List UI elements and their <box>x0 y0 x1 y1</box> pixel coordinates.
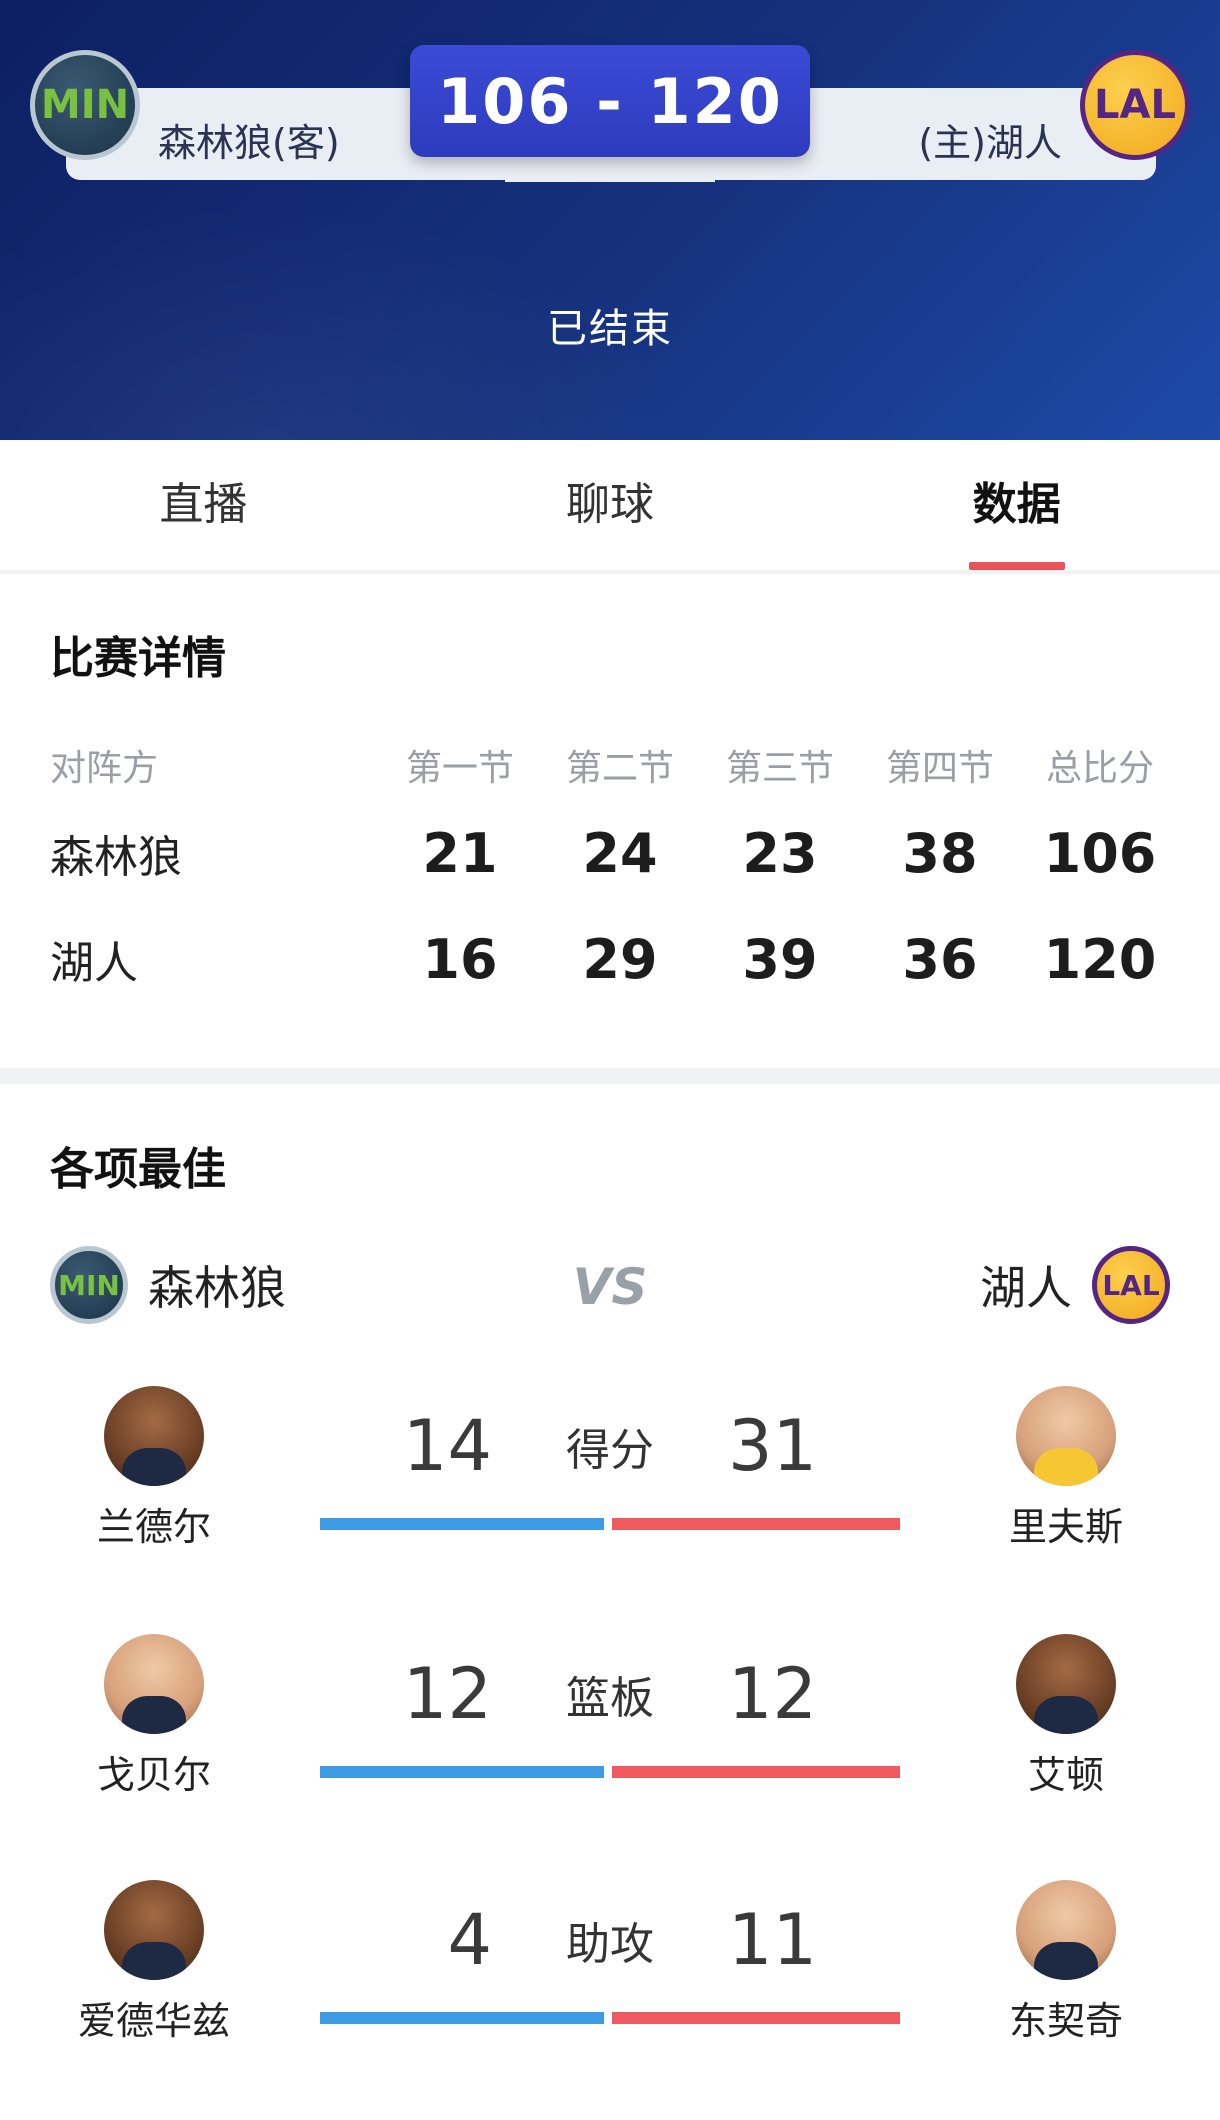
home-team-logo[interactable]: LAL <box>1080 50 1190 160</box>
stat-line: 4 助攻 11 <box>320 1899 900 1981</box>
stat-bar-left <box>320 1766 604 1778</box>
player-avatar <box>1016 1634 1116 1734</box>
quarter-score: 29 <box>582 927 658 991</box>
stat-bar-right <box>612 1766 900 1778</box>
stat-value-right: 12 <box>728 1653 818 1735</box>
row-team-name: 森林狼 <box>50 832 182 883</box>
match-details-title: 比赛详情 <box>50 633 226 684</box>
column-header: 第二节 <box>565 748 674 789</box>
player-avatar <box>1016 1880 1116 1980</box>
stat-label: 篮板 <box>566 1673 654 1724</box>
away-team-name[interactable]: 森林狼(客) <box>158 112 340 167</box>
player-name: 东契奇 <box>1008 1999 1123 2043</box>
section-divider <box>0 1068 1220 1084</box>
game-status: 已结束 <box>547 306 673 352</box>
table-header-row: 对阵方 第一节 第二节 第三节 第四节 总比分 <box>50 730 1180 800</box>
leader-player-right[interactable]: 艾顿 <box>956 1634 1176 1799</box>
leader-player-left[interactable]: 兰德尔 <box>44 1386 264 1551</box>
stat-bar-right <box>612 1518 900 1530</box>
home-logo-text: LAL <box>1102 1268 1160 1302</box>
stat-value-right: 31 <box>728 1405 818 1487</box>
quarter-score: 36 <box>902 927 978 991</box>
player-name: 兰德尔 <box>96 1505 211 1549</box>
tab-bar: 直播 聊球 数据 <box>0 440 1220 574</box>
leader-player-left[interactable]: 爱德华兹 <box>44 1880 264 2045</box>
leader-row-assists: 爱德华兹 4 助攻 11 东契奇 <box>0 1880 1220 2120</box>
away-team-logo[interactable]: MIN <box>30 50 140 160</box>
column-header: 对阵方 <box>50 748 159 789</box>
quarter-score: 39 <box>742 927 818 991</box>
leaders-home-team[interactable]: 湖人 LAL <box>980 1246 1170 1324</box>
leaders-vs-row: MIN 森林狼 VS 湖人 LAL <box>0 1240 1220 1330</box>
leader-player-left[interactable]: 戈贝尔 <box>44 1634 264 1799</box>
tab-stats[interactable]: 数据 <box>813 440 1220 570</box>
leaders-home-name: 湖人 <box>980 1261 1072 1315</box>
game-header: MIN 森林狼(客) 106 - 120 (主)湖人 LAL 已结束 <box>0 0 1220 440</box>
stat-value-right: 11 <box>728 1899 818 1981</box>
stat-label: 助攻 <box>566 1919 654 1970</box>
away-logo-text: MIN <box>40 82 130 128</box>
column-header: 第四节 <box>885 748 994 789</box>
player-name: 里夫斯 <box>1008 1505 1123 1549</box>
stat-bar-right <box>612 2012 900 2024</box>
tab-live[interactable]: 直播 <box>0 440 407 570</box>
total-score: 120 <box>1043 927 1157 991</box>
row-team-name: 湖人 <box>50 938 138 989</box>
leader-player-right[interactable]: 东契奇 <box>956 1880 1176 2045</box>
score-strip-tab <box>505 168 715 182</box>
home-team-name[interactable]: (主)湖人 <box>918 112 1062 167</box>
home-logo-text: LAL <box>1094 82 1176 128</box>
leader-row-rebounds: 戈贝尔 12 篮板 12 艾顿 <box>0 1634 1220 1874</box>
stat-bar-left <box>320 2012 604 2024</box>
stat-value-left: 14 <box>402 1405 492 1487</box>
quarter-score: 24 <box>582 821 658 885</box>
quarter-score: 38 <box>902 821 978 885</box>
player-avatar <box>104 1880 204 1980</box>
stat-line: 12 篮板 12 <box>320 1653 900 1735</box>
stat-bar-left <box>320 1518 604 1530</box>
quarter-score: 23 <box>742 821 818 885</box>
player-name: 爱德华兹 <box>77 1999 230 2043</box>
stat-value-left: 12 <box>402 1653 492 1735</box>
leader-row-points: 兰德尔 14 得分 31 里夫斯 <box>0 1386 1220 1626</box>
player-name: 艾顿 <box>1027 1753 1104 1797</box>
home-team-logo: LAL <box>1092 1246 1170 1324</box>
player-avatar <box>104 1634 204 1734</box>
tab-chat[interactable]: 聊球 <box>407 440 814 570</box>
stat-value-left: 4 <box>447 1899 492 1981</box>
quarter-score: 21 <box>422 821 498 885</box>
stat-label: 得分 <box>566 1425 654 1476</box>
column-header: 总比分 <box>1045 748 1154 789</box>
quarter-score: 16 <box>422 927 498 991</box>
table-row: 湖人 16 29 39 36 120 <box>50 906 1180 1012</box>
quarter-score-table: 对阵方 第一节 第二节 第三节 第四节 总比分 森林狼 21 24 23 38 … <box>50 730 1180 1012</box>
total-score: 106 <box>1043 821 1157 885</box>
player-avatar <box>104 1386 204 1486</box>
column-header: 第一节 <box>405 748 514 789</box>
table-row: 森林狼 21 24 23 38 106 <box>50 800 1180 906</box>
stat-line: 14 得分 31 <box>320 1405 900 1487</box>
leaders-title: 各项最佳 <box>50 1144 226 1195</box>
final-score: 106 - 120 <box>410 45 810 157</box>
leader-player-right[interactable]: 里夫斯 <box>956 1386 1176 1551</box>
player-name: 戈贝尔 <box>96 1753 211 1797</box>
player-avatar <box>1016 1386 1116 1486</box>
column-header: 第三节 <box>725 748 834 789</box>
